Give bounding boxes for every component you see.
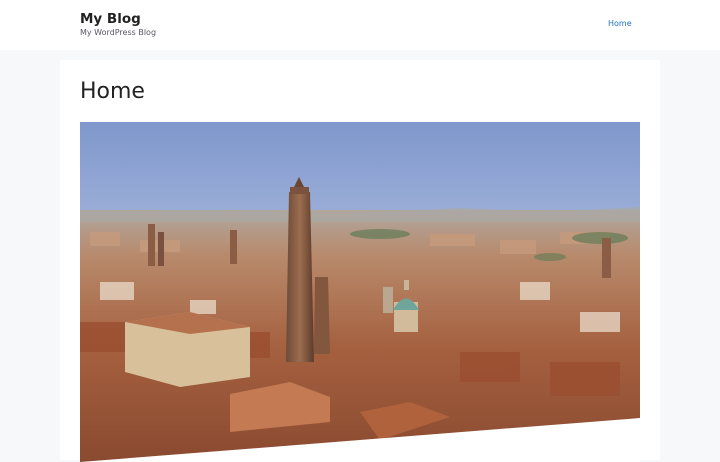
nav-item-home[interactable]: Home (608, 19, 632, 29)
site-header: My Blog My WordPress Blog Home (0, 0, 720, 50)
featured-image (80, 122, 640, 462)
site-title-link[interactable]: My Blog (80, 11, 141, 27)
site-tagline: My WordPress Blog (80, 28, 157, 37)
page-title: Home (80, 79, 145, 104)
content-card: Home (60, 60, 660, 462)
city-photo (80, 122, 640, 462)
